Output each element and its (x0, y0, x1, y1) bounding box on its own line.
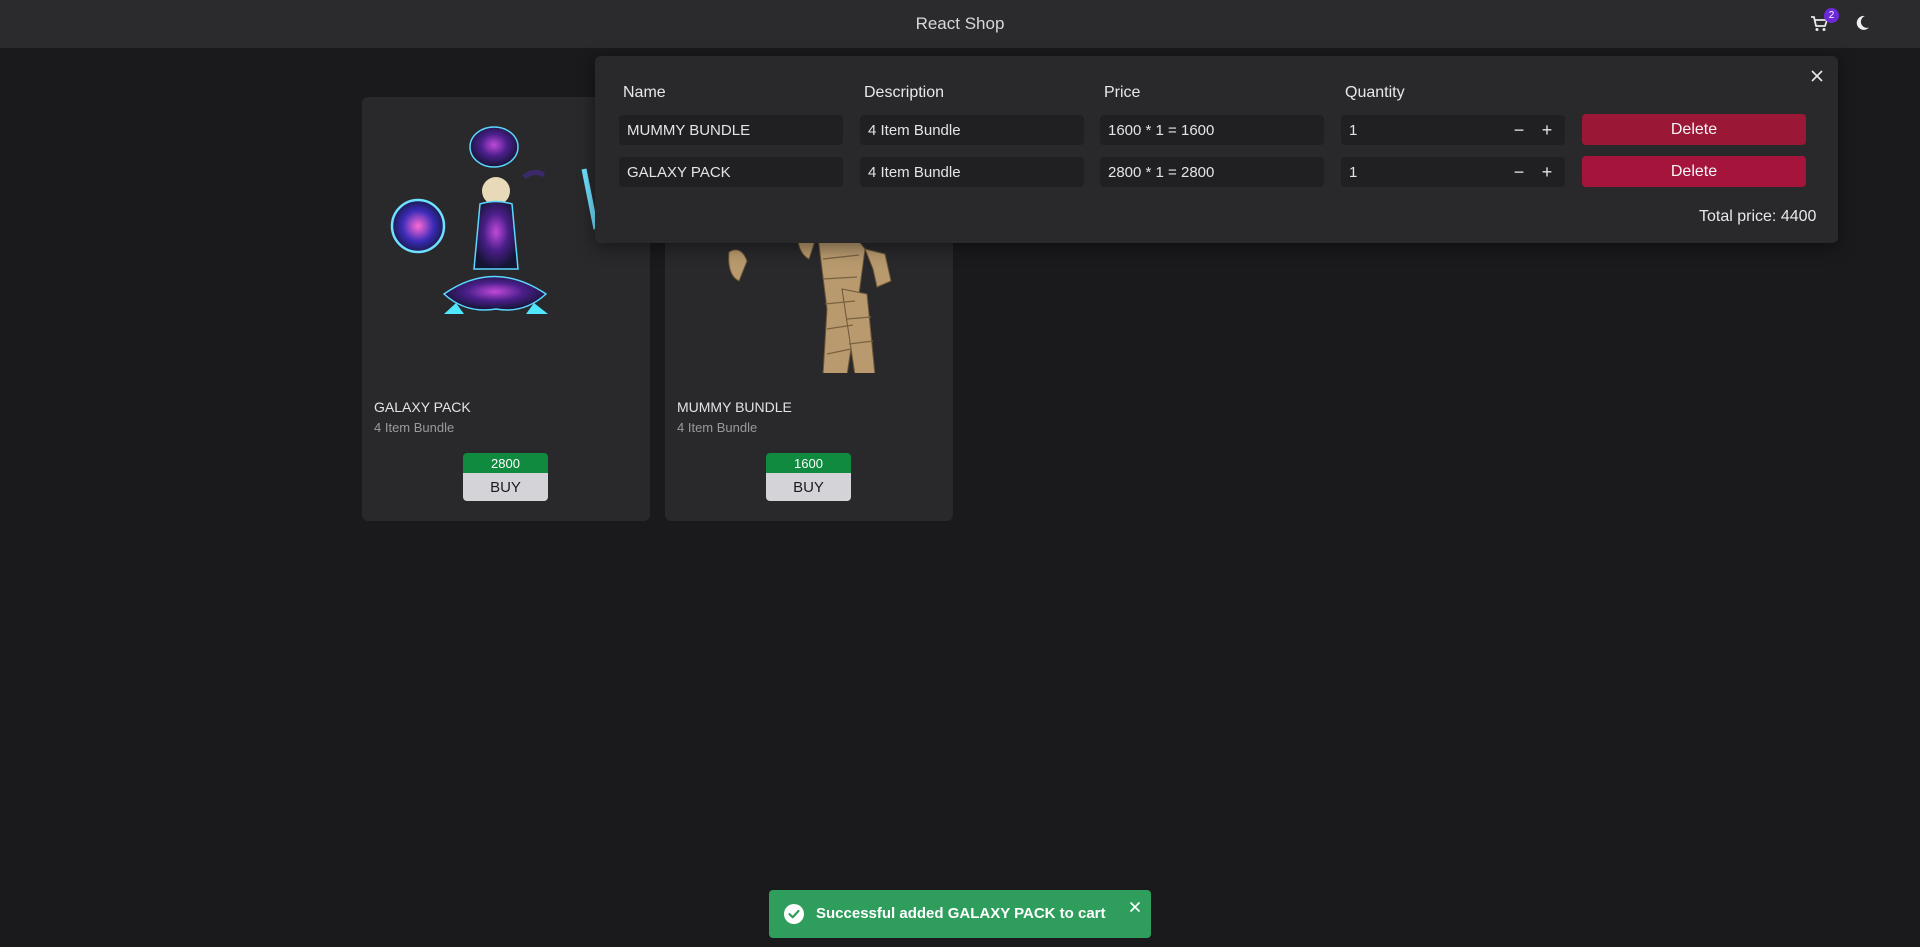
app-title: React Shop (915, 14, 1005, 33)
cart-item-description: 4 Item Bundle (860, 115, 1084, 145)
plus-icon[interactable]: + (1536, 157, 1558, 187)
quantity-value: 1 (1349, 163, 1358, 181)
cart-total-price: Total price: 4400 (1699, 208, 1817, 225)
cart-panel: Name Description Price Quantity MUMMY BU… (595, 56, 1838, 243)
product-description: 4 Item Bundle (677, 420, 758, 435)
product-description: 4 Item Bundle (374, 420, 455, 435)
plus-icon[interactable]: + (1536, 115, 1558, 145)
cart-item-description: 4 Item Bundle (860, 157, 1084, 187)
toast-message: Successful added GALAXY PACK to cart (816, 905, 1106, 922)
close-icon (1129, 901, 1141, 913)
app-header: React Shop 2 (0, 0, 1920, 48)
close-cart-button[interactable] (1810, 69, 1824, 83)
quantity-value: 1 (1349, 121, 1358, 139)
close-icon (1811, 70, 1823, 82)
column-header-description: Description (864, 84, 945, 101)
column-header-quantity: Quantity (1345, 84, 1405, 101)
minus-icon[interactable]: − (1508, 115, 1530, 145)
product-price: 2800 (463, 453, 548, 473)
cart-item-price: 1600 * 1 = 1600 (1100, 115, 1324, 145)
buy-label: BUY (766, 473, 851, 501)
toast-close-button[interactable] (1129, 900, 1141, 913)
cart-count-badge: 2 (1824, 8, 1839, 23)
column-header-name: Name (623, 84, 666, 101)
success-toast: Successful added GALAXY PACK to cart (769, 890, 1151, 938)
delete-button[interactable]: Delete (1582, 156, 1806, 187)
buy-label: BUY (463, 473, 548, 501)
cart-item-quantity: 1 − + (1341, 115, 1565, 145)
column-header-price: Price (1104, 84, 1141, 101)
delete-button[interactable]: Delete (1582, 114, 1806, 145)
product-name: GALAXY PACK (374, 399, 471, 415)
product-price: 1600 (766, 453, 851, 473)
buy-button[interactable]: 2800 BUY (463, 453, 548, 501)
moon-icon (1856, 15, 1869, 30)
cart-item-price: 2800 * 1 = 2800 (1100, 157, 1324, 187)
cart-item-name: GALAXY PACK (619, 157, 843, 187)
theme-toggle-button[interactable] (1853, 14, 1873, 34)
cart-button[interactable]: 2 (1808, 8, 1839, 36)
cart-item-quantity: 1 − + (1341, 157, 1565, 187)
product-name: MUMMY BUNDLE (677, 399, 792, 415)
buy-button[interactable]: 1600 BUY (766, 453, 851, 501)
minus-icon[interactable]: − (1508, 157, 1530, 187)
check-circle-icon (784, 904, 804, 924)
cart-item-name: MUMMY BUNDLE (619, 115, 843, 145)
